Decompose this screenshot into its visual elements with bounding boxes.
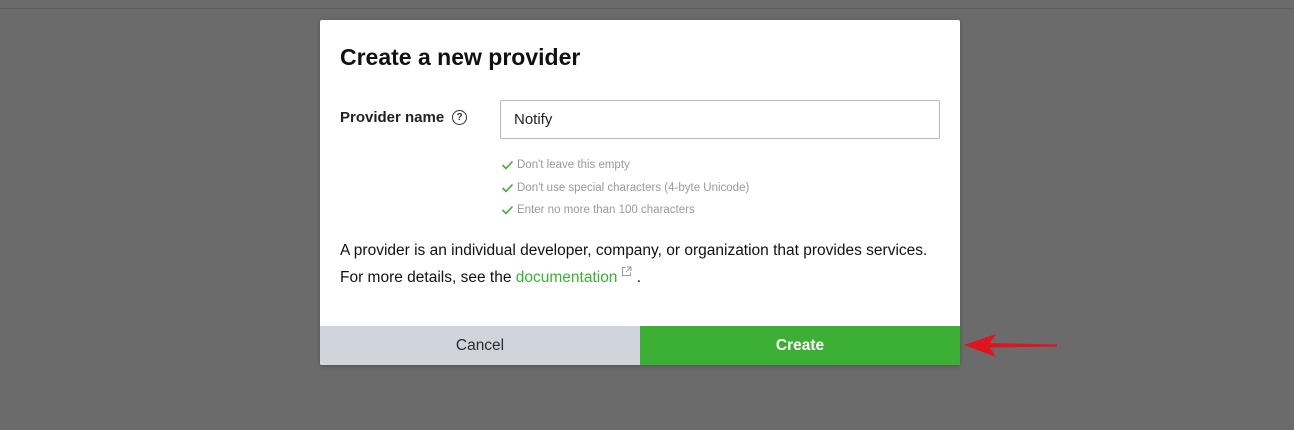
create-provider-dialog: Create a new provider Provider name ? Do… <box>320 20 960 365</box>
validation-rule: Don't use special characters (4-byte Uni… <box>501 177 749 200</box>
page-divider <box>0 8 1294 9</box>
cancel-button[interactable]: Cancel <box>320 326 640 365</box>
description-end: . <box>632 269 642 286</box>
validation-rule: Don't leave this empty <box>501 154 749 177</box>
external-link-icon[interactable] <box>621 266 632 277</box>
validation-rule-text: Enter no more than 100 characters <box>517 204 695 217</box>
check-icon <box>501 206 514 215</box>
validation-rules-list: Don't leave this empty Don't use special… <box>501 154 749 222</box>
red-arrow-annotation-icon <box>964 334 1057 357</box>
validation-rule-text: Don't leave this empty <box>517 159 630 172</box>
dialog-title: Create a new provider <box>340 44 581 70</box>
question-circle-icon[interactable]: ? <box>452 110 467 125</box>
provider-description: A provider is an individual developer, c… <box>340 237 940 291</box>
create-button[interactable]: Create <box>640 326 960 365</box>
documentation-link-text[interactable]: documentation <box>516 269 618 286</box>
validation-rule: Enter no more than 100 characters <box>501 199 749 222</box>
check-icon <box>501 161 514 170</box>
validation-rule-text: Don't use special characters (4-byte Uni… <box>517 181 750 194</box>
documentation-link[interactable]: documentation <box>516 266 633 286</box>
provider-name-input[interactable] <box>500 100 940 139</box>
check-icon <box>501 183 514 193</box>
provider-name-label: Provider name <box>340 109 445 126</box>
